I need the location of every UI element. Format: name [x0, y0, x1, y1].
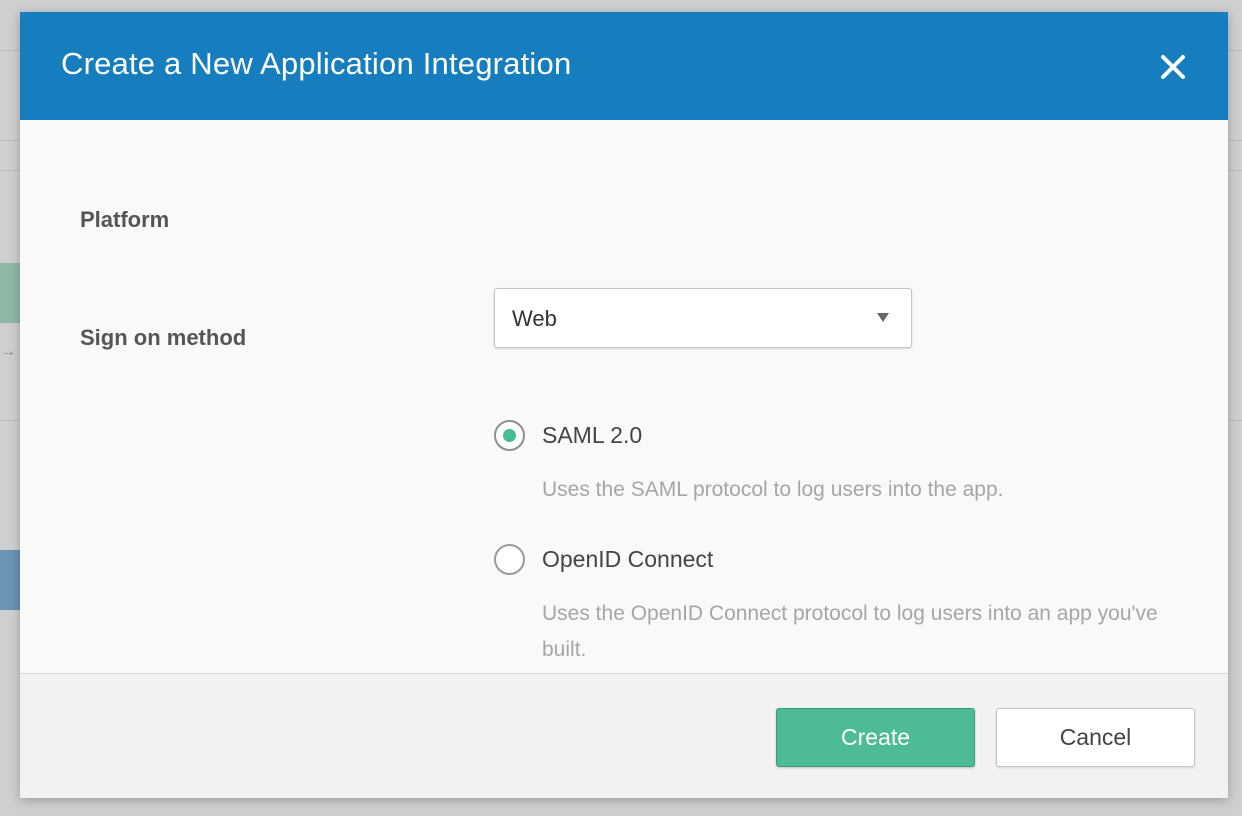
- modal-footer: Create Cancel: [20, 673, 1228, 798]
- modal-body: Platform Web Sign on method SAML 2.0 Use…: [20, 120, 1228, 673]
- arrow-icon: →: [0, 343, 16, 360]
- modal-title: Create a New Application Integration: [61, 46, 572, 81]
- close-button[interactable]: [1158, 52, 1188, 82]
- platform-select-value: Web: [512, 306, 557, 331]
- openid-connect-radio-label[interactable]: OpenID Connect: [542, 546, 713, 573]
- caret-down-icon: [877, 313, 889, 322]
- cancel-button[interactable]: Cancel: [996, 708, 1195, 767]
- saml-radio[interactable]: [494, 420, 525, 451]
- create-button[interactable]: Create: [776, 708, 975, 767]
- close-icon: [1161, 55, 1185, 79]
- platform-label: Platform: [80, 207, 170, 232]
- openid-connect-description: Uses the OpenID Connect protocol to log …: [542, 602, 1158, 661]
- create-app-integration-modal: Create a New Application Integration Pla…: [20, 12, 1228, 798]
- radio-selected-dot: [503, 429, 516, 442]
- platform-select[interactable]: Web: [494, 288, 912, 348]
- openid-connect-radio[interactable]: [494, 544, 525, 575]
- sign-on-method-label: Sign on method: [80, 325, 247, 350]
- modal-header: Create a New Application Integration: [20, 12, 1228, 120]
- saml-radio-label[interactable]: SAML 2.0: [542, 422, 642, 449]
- saml-description: Uses the SAML protocol to log users into…: [542, 478, 1004, 501]
